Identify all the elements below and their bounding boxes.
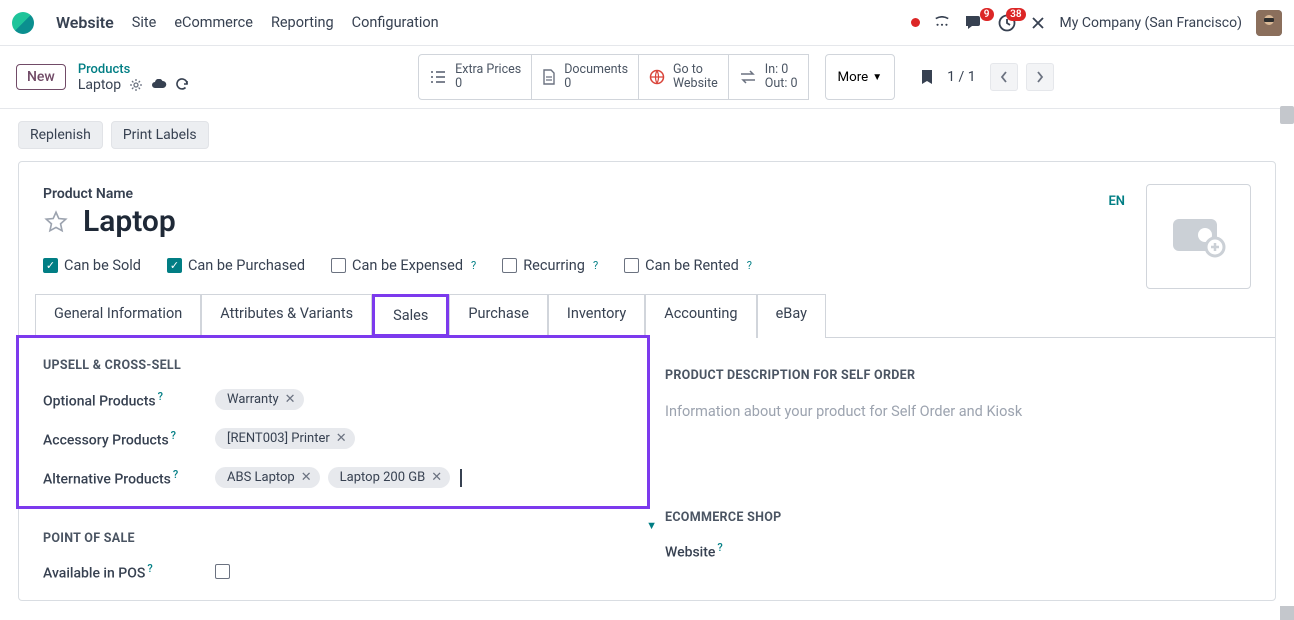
discard-icon[interactable] xyxy=(175,78,189,92)
messages-icon[interactable]: 9 xyxy=(964,14,984,32)
accessory-products-label: Accessory Products xyxy=(43,432,169,448)
section-ecommerce: ECOMMERCE SHOP xyxy=(665,510,1251,525)
check-recurring[interactable]: Recurring? xyxy=(502,257,598,274)
remove-tag-icon[interactable]: ✕ xyxy=(285,392,296,407)
app-logo[interactable] xyxy=(12,12,34,34)
website-label: Website xyxy=(665,545,715,561)
section-upsell: UPSELL & CROSS-SELL xyxy=(43,358,623,373)
section-self-order: PRODUCT DESCRIPTION FOR SELF ORDER xyxy=(665,368,1251,383)
bookmark-icon[interactable] xyxy=(921,69,933,85)
nav-ecommerce[interactable]: eCommerce xyxy=(174,14,253,31)
stat-in-out[interactable]: In: 0 Out: 0 xyxy=(728,54,809,100)
tab-inventory[interactable]: Inventory xyxy=(548,294,645,338)
self-order-description[interactable]: Information about your product for Self … xyxy=(665,403,1251,420)
product-image-placeholder[interactable] xyxy=(1146,184,1251,289)
tag-abs-laptop[interactable]: ABS Laptop✕ xyxy=(215,467,320,488)
breadcrumb-parent[interactable]: Products xyxy=(78,62,130,77)
tab-sales[interactable]: Sales xyxy=(372,294,449,337)
company-selector[interactable]: My Company (San Francisco) xyxy=(1060,15,1242,31)
pager-text: 1 / 1 xyxy=(947,69,975,85)
globe-icon xyxy=(649,69,665,85)
user-avatar[interactable] xyxy=(1256,10,1282,36)
product-name[interactable]: Laptop xyxy=(83,204,176,239)
tab-accounting[interactable]: Accounting xyxy=(645,294,756,338)
pager-prev[interactable] xyxy=(990,63,1018,91)
messages-badge: 9 xyxy=(980,8,994,21)
list-icon xyxy=(429,70,447,84)
alternative-products-label: Alternative Products xyxy=(43,471,171,487)
cloud-upload-icon[interactable] xyxy=(151,79,167,91)
tag-printer[interactable]: [RENT003] Printer✕ xyxy=(215,428,355,449)
stat-goto-website[interactable]: Go toWebsite xyxy=(638,54,729,100)
remove-tag-icon[interactable]: ✕ xyxy=(301,470,312,485)
tab-attributes-variants[interactable]: Attributes & Variants xyxy=(201,294,372,338)
new-button[interactable]: New xyxy=(16,64,66,90)
more-button[interactable]: More ▼ xyxy=(825,54,896,100)
tab-ebay[interactable]: eBay xyxy=(757,294,826,338)
product-name-label: Product Name xyxy=(43,186,1251,202)
help-icon[interactable]: ? xyxy=(747,259,752,272)
help-icon[interactable]: ? xyxy=(717,541,722,554)
check-can-be-purchased[interactable]: ✓Can be Purchased xyxy=(167,257,305,274)
caret-down-icon: ▼ xyxy=(872,72,882,83)
upsell-cross-sell-section: UPSELL & CROSS-SELL Optional Products? W… xyxy=(16,335,650,509)
text-cursor xyxy=(460,469,462,487)
alternative-products-field[interactable]: ABS Laptop✕ Laptop 200 GB✕ xyxy=(215,467,623,488)
nav-reporting[interactable]: Reporting xyxy=(271,14,334,31)
phone-icon[interactable] xyxy=(934,15,950,31)
available-in-pos-checkbox[interactable] xyxy=(215,564,230,579)
tools-icon[interactable] xyxy=(1030,15,1046,31)
activities-badge: 38 xyxy=(1006,8,1025,21)
help-icon[interactable]: ? xyxy=(471,259,476,272)
tag-laptop-200gb[interactable]: Laptop 200 GB✕ xyxy=(328,467,450,488)
scrollbar-thumb[interactable] xyxy=(1280,106,1294,124)
optional-products-field[interactable]: Warranty✕ xyxy=(215,389,304,410)
help-icon[interactable]: ? xyxy=(158,390,163,403)
check-can-be-sold[interactable]: ✓Can be Sold xyxy=(43,257,141,274)
available-in-pos-label: Available in POS xyxy=(43,566,145,582)
accessory-products-field[interactable]: [RENT003] Printer✕ xyxy=(215,428,355,449)
replenish-button[interactable]: Replenish xyxy=(18,121,103,149)
tab-purchase[interactable]: Purchase xyxy=(449,294,548,338)
remove-tag-icon[interactable]: ✕ xyxy=(336,431,347,446)
optional-products-label: Optional Products xyxy=(43,393,156,409)
activities-icon[interactable]: 38 xyxy=(998,14,1016,32)
help-icon[interactable]: ? xyxy=(593,259,598,272)
print-labels-button[interactable]: Print Labels xyxy=(111,121,209,149)
tag-warranty[interactable]: Warranty✕ xyxy=(215,389,304,410)
stat-documents[interactable]: Documents0 xyxy=(531,54,639,100)
tab-general-information[interactable]: General Information xyxy=(35,294,201,338)
gear-icon[interactable] xyxy=(129,78,143,92)
transfer-icon xyxy=(739,70,757,84)
pager-next[interactable] xyxy=(1026,63,1054,91)
stat-extra-prices[interactable]: Extra Prices0 xyxy=(418,54,532,100)
remove-tag-icon[interactable]: ✕ xyxy=(431,470,442,485)
check-can-be-rented[interactable]: Can be Rented? xyxy=(624,257,752,274)
scrollbar-corner xyxy=(1280,606,1294,620)
check-can-be-expensed[interactable]: Can be Expensed? xyxy=(331,257,476,274)
help-icon[interactable]: ? xyxy=(173,468,178,481)
help-icon[interactable]: ? xyxy=(147,562,152,575)
document-icon xyxy=(542,69,556,85)
nav-configuration[interactable]: Configuration xyxy=(352,14,439,31)
help-icon[interactable]: ? xyxy=(171,429,176,442)
breadcrumb-title: Laptop xyxy=(78,77,121,93)
app-name[interactable]: Website xyxy=(56,13,114,32)
nav-site[interactable]: Site xyxy=(132,14,157,31)
dropdown-caret-icon[interactable]: ▼ xyxy=(646,519,657,532)
section-pos: POINT OF SALE xyxy=(43,531,623,546)
favorite-star-icon[interactable] xyxy=(43,209,69,235)
status-indicator[interactable] xyxy=(911,18,920,27)
language-indicator[interactable]: EN xyxy=(1108,194,1125,209)
